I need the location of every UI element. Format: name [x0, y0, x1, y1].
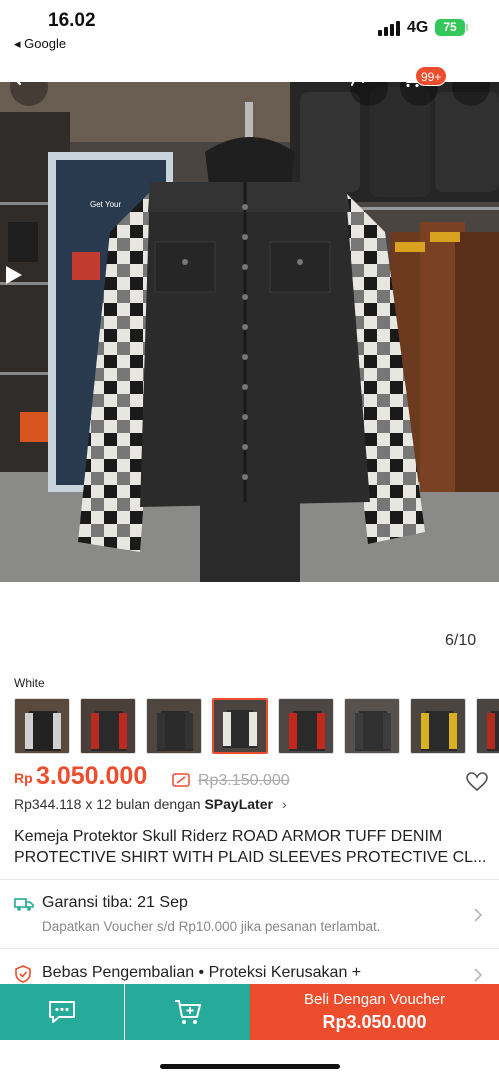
signal-icon [378, 20, 402, 36]
cart-count-badge: 99+ [415, 66, 448, 86]
product-title: Kemeja Protektor Skull Riderz ROAD ARMOR… [14, 828, 487, 866]
price-row: Rp 3.050.000 Rp3.150.000 [14, 762, 488, 792]
status-time: 16.02 [48, 10, 96, 31]
add-cart-icon [174, 1000, 201, 1024]
buy-with-voucher-button[interactable]: Beli Dengan Voucher Rp3.050.000 [250, 984, 499, 1040]
variant-label: White [14, 676, 45, 690]
home-indicator[interactable] [160, 1064, 340, 1069]
price-currency: Rp [14, 770, 33, 786]
truck-icon [14, 898, 34, 911]
variant-thumbnail[interactable] [14, 698, 70, 754]
variant-thumbnail-selected[interactable] [212, 698, 268, 754]
banner-text: Get Your [90, 200, 121, 209]
chat-button[interactable] [0, 984, 124, 1040]
installment-info[interactable]: Rp344.118 x 12 bulan dengan SPayLater [14, 796, 273, 812]
shipping-voucher-text: Dapatkan Voucher s/d Rp10.000 jika pesan… [42, 919, 381, 934]
variant-thumbnail[interactable] [344, 698, 400, 754]
buy-button-price: Rp3.050.000 [322, 1012, 427, 1032]
heart-icon[interactable] [466, 772, 488, 792]
returns-row[interactable]: Bebas Pengembalian • Proteksi Kerusakan … [0, 949, 499, 985]
installment-brand: SPayLater [204, 796, 273, 812]
buy-button-label: Beli Dengan Voucher [304, 991, 445, 1008]
status-bar: 16.02 ◂ Google 4G 75 [0, 0, 499, 60]
current-price: 3.050.000 [36, 762, 148, 790]
network-type: 4G [407, 19, 429, 36]
chevron-right-icon [474, 908, 483, 922]
variant-thumbnail[interactable] [146, 698, 202, 754]
product-image-gallery[interactable]: Get Your [0, 82, 499, 582]
back-to-app-link[interactable]: ◂ Google [14, 36, 66, 52]
shipping-guarantee-text: Garansi tiba: 21 Sep [42, 894, 188, 911]
product-photo: Get Your [0, 82, 499, 582]
shield-icon [15, 965, 31, 983]
chevron-right-icon [474, 968, 483, 982]
share-icon [351, 82, 365, 86]
chevron-right-icon: › [282, 796, 287, 812]
variant-thumbnail[interactable] [410, 698, 466, 754]
returns-text: Bebas Pengembalian • Proteksi Kerusakan … [42, 964, 362, 981]
add-to-cart-button[interactable] [125, 984, 250, 1040]
variant-thumbnail[interactable] [278, 698, 334, 754]
chat-icon [49, 1001, 75, 1023]
discount-tag-icon [172, 773, 190, 787]
bottom-action-bar: Beli Dengan Voucher Rp3.050.000 [0, 984, 499, 1040]
variant-thumbnail[interactable] [80, 698, 136, 754]
variant-thumbnails [14, 698, 499, 754]
battery-icon: 75 [435, 19, 468, 36]
arrow-left-icon [16, 82, 22, 86]
original-price: Rp3.150.000 [198, 772, 290, 789]
variant-thumbnail[interactable] [476, 698, 499, 754]
image-counter: 6/10 [445, 632, 477, 649]
play-video-icon[interactable] [0, 262, 26, 288]
installment-text: Rp344.118 x 12 bulan dengan [14, 796, 205, 812]
battery-level: 75 [443, 20, 457, 34]
shipping-guarantee-row[interactable]: Garansi tiba: 21 Sep Dapatkan Voucher s/… [0, 880, 499, 948]
